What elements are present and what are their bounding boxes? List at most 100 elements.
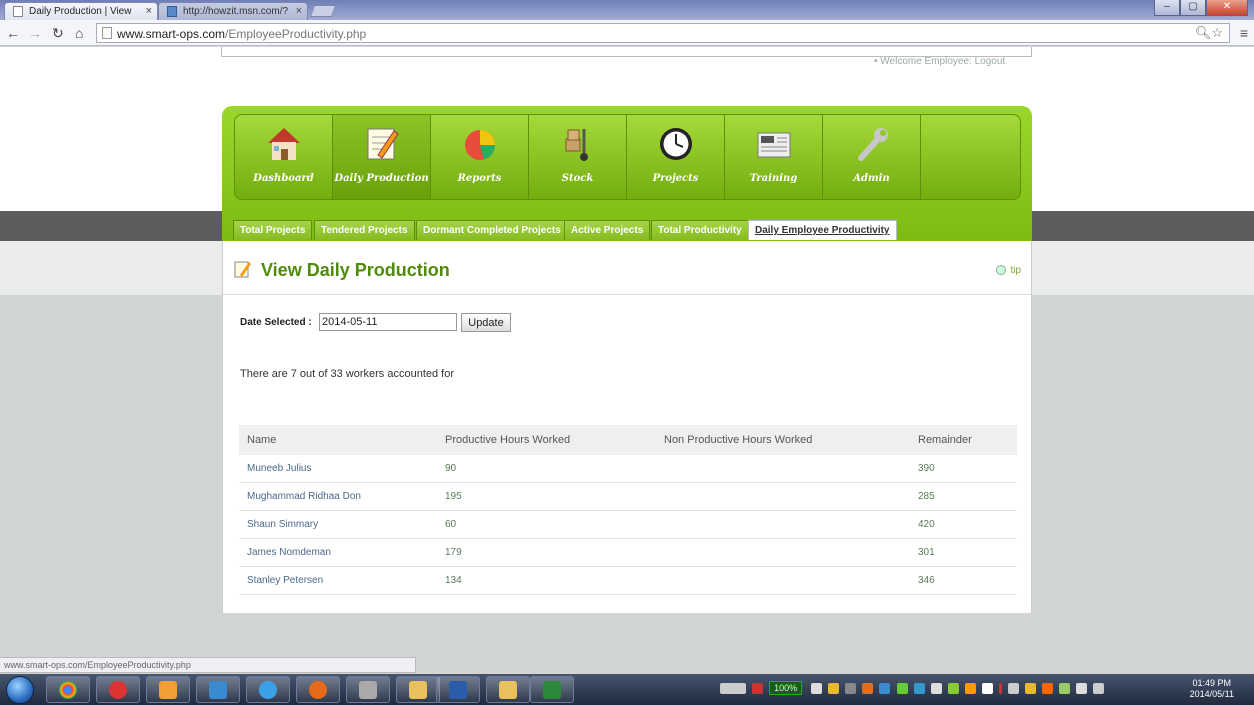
tray-app-icon[interactable] <box>1007 683 1019 694</box>
menu-icon[interactable]: ≡ <box>1240 25 1248 41</box>
browser-toolbar: ← → ↻ ⌂ www.smart-ops.com/EmployeeProduc… <box>0 20 1254 46</box>
nav-label: Training <box>749 173 798 184</box>
system-tray: 100% <box>720 678 1180 700</box>
tab-dormant-completed-projects[interactable]: Dormant Completed Projects <box>416 220 568 240</box>
cell-productive: 90 <box>445 463 457 474</box>
minimize-button[interactable]: – <box>1154 0 1180 16</box>
browser-tab-active[interactable]: Daily Production | View × <box>4 2 158 20</box>
hand-truck-icon <box>565 129 588 161</box>
browser-tab-title: http://howzit.msn.com/? <box>183 6 289 17</box>
nav-label: Stock <box>561 173 594 184</box>
house-icon <box>268 128 300 160</box>
chrome-taskbar-button[interactable] <box>46 676 90 703</box>
tray-app-icon[interactable] <box>752 683 764 694</box>
shield-icon[interactable] <box>828 683 840 694</box>
tray-app-icon[interactable] <box>845 683 857 694</box>
app-taskbar-button[interactable] <box>96 676 140 703</box>
column-header-productive: Productive Hours Worked <box>445 434 571 446</box>
column-header-non-productive: Non Productive Hours Worked <box>664 434 813 446</box>
tray-app-icon[interactable] <box>1059 683 1071 694</box>
cell-remainder: 420 <box>918 519 935 530</box>
nav-item-stock[interactable]: Stock <box>529 115 627 199</box>
cell-productive: 60 <box>445 519 457 530</box>
nav-item-projects[interactable]: Projects <box>627 115 725 199</box>
taskbar-clock[interactable]: 01:49 PM 2014/05/11 <box>1190 678 1234 700</box>
tray-app-icon[interactable] <box>1042 683 1054 694</box>
tab-active-projects[interactable]: Active Projects <box>564 220 651 240</box>
tray-app-icon[interactable] <box>913 683 925 694</box>
new-tab-button[interactable] <box>309 5 337 17</box>
close-icon[interactable]: × <box>296 5 302 17</box>
tray-app-icon[interactable] <box>998 683 1002 694</box>
lync-taskbar-button[interactable] <box>196 676 240 703</box>
zoom-star-icons[interactable]: 🔍︎☆ <box>1195 25 1223 41</box>
back-arrow-icon[interactable]: ← <box>6 25 20 41</box>
signal-icon[interactable] <box>1076 683 1088 694</box>
tray-app-icon[interactable] <box>811 683 823 694</box>
battery-indicator[interactable]: 100% <box>769 681 803 695</box>
clock-time: 01:49 PM <box>1192 678 1232 688</box>
tray-app-icon[interactable] <box>879 683 891 694</box>
maximize-button[interactable]: ▢ <box>1180 0 1206 16</box>
explorer-taskbar-button[interactable] <box>486 676 530 703</box>
pie-chart-icon <box>465 130 496 160</box>
network-meter-icon[interactable] <box>720 683 746 694</box>
nav-item-training[interactable]: Training <box>725 115 823 199</box>
word-taskbar-button[interactable] <box>436 676 480 703</box>
tool-taskbar-button[interactable] <box>346 676 390 703</box>
tip-link[interactable]: tip <box>996 265 1021 276</box>
reload-icon[interactable]: ↻ <box>52 25 64 41</box>
outlook-taskbar-button[interactable] <box>146 676 190 703</box>
nav-label: Admin <box>853 173 890 184</box>
firefox-taskbar-button[interactable] <box>296 676 340 703</box>
tab-total-projects[interactable]: Total Projects <box>233 220 313 240</box>
nav-item-reports[interactable]: Reports <box>431 115 529 199</box>
tray-app-icon[interactable] <box>947 683 959 694</box>
table-row: Muneeb Julius 90 390 <box>239 455 1017 483</box>
address-bar[interactable]: www.smart-ops.com/EmployeeProductivity.p… <box>96 23 1230 43</box>
tray-app-icon[interactable] <box>896 683 908 694</box>
workers-status-text: There are 7 out of 33 workers accounted … <box>240 368 455 380</box>
ie-taskbar-button[interactable] <box>246 676 290 703</box>
table-header: Name Productive Hours Worked Non Product… <box>239 425 1017 455</box>
close-window-button[interactable]: ✕ <box>1206 0 1248 16</box>
home-icon[interactable]: ⌂ <box>75 25 83 41</box>
tab-daily-employee-productivity[interactable]: Daily Employee Productivity <box>748 220 897 240</box>
folder-taskbar-button[interactable] <box>396 676 440 703</box>
msn-icon <box>167 6 177 17</box>
cell-name: Muneeb Julius <box>247 463 312 474</box>
content-panel: View Daily Production tip Date Selected … <box>222 241 1032 613</box>
tray-app-icon[interactable] <box>981 683 993 694</box>
browser-tabstrip: Daily Production | View × http://howzit.… <box>0 0 1254 20</box>
tab-total-productivity[interactable]: Total Productivity <box>651 220 749 240</box>
cell-productive: 134 <box>445 575 462 586</box>
tray-app-icon[interactable] <box>930 683 942 694</box>
nav-label: Reports <box>457 173 502 184</box>
nav-item-dashboard[interactable]: Dashboard <box>235 115 333 199</box>
table-row: James Nomdeman 179 301 <box>239 539 1017 567</box>
tray-app-icon[interactable] <box>862 683 874 694</box>
update-button[interactable]: Update <box>461 313 511 332</box>
table-row: Stanley Petersen 134 346 <box>239 567 1017 595</box>
tray-app-icon[interactable] <box>1025 683 1037 694</box>
nav-label: Projects <box>652 173 699 184</box>
cell-name: James Nomdeman <box>247 547 331 558</box>
wrench-icon <box>858 128 888 161</box>
lightbulb-icon <box>996 265 1007 276</box>
close-icon[interactable]: × <box>146 5 152 17</box>
productivity-table: Name Productive Hours Worked Non Product… <box>239 425 1017 595</box>
volume-icon[interactable] <box>1093 683 1105 694</box>
table-row: Shaun Simmary 60 420 <box>239 511 1017 539</box>
start-button[interactable] <box>6 676 34 704</box>
excel-taskbar-button[interactable] <box>530 676 574 703</box>
browser-tab-inactive[interactable]: http://howzit.msn.com/? × <box>158 2 308 20</box>
date-input[interactable] <box>319 313 457 331</box>
page-title: View Daily Production <box>261 260 450 280</box>
nav-item-daily-production[interactable]: Daily Production <box>333 115 431 199</box>
cell-remainder: 390 <box>918 463 935 474</box>
forward-arrow-icon[interactable]: → <box>28 25 42 41</box>
tray-app-icon[interactable] <box>964 683 976 694</box>
tab-tendered-projects[interactable]: Tendered Projects <box>314 220 415 240</box>
welcome-text[interactable]: • Welcome Employee: Logout <box>874 56 1005 67</box>
nav-item-admin[interactable]: Admin <box>823 115 921 199</box>
